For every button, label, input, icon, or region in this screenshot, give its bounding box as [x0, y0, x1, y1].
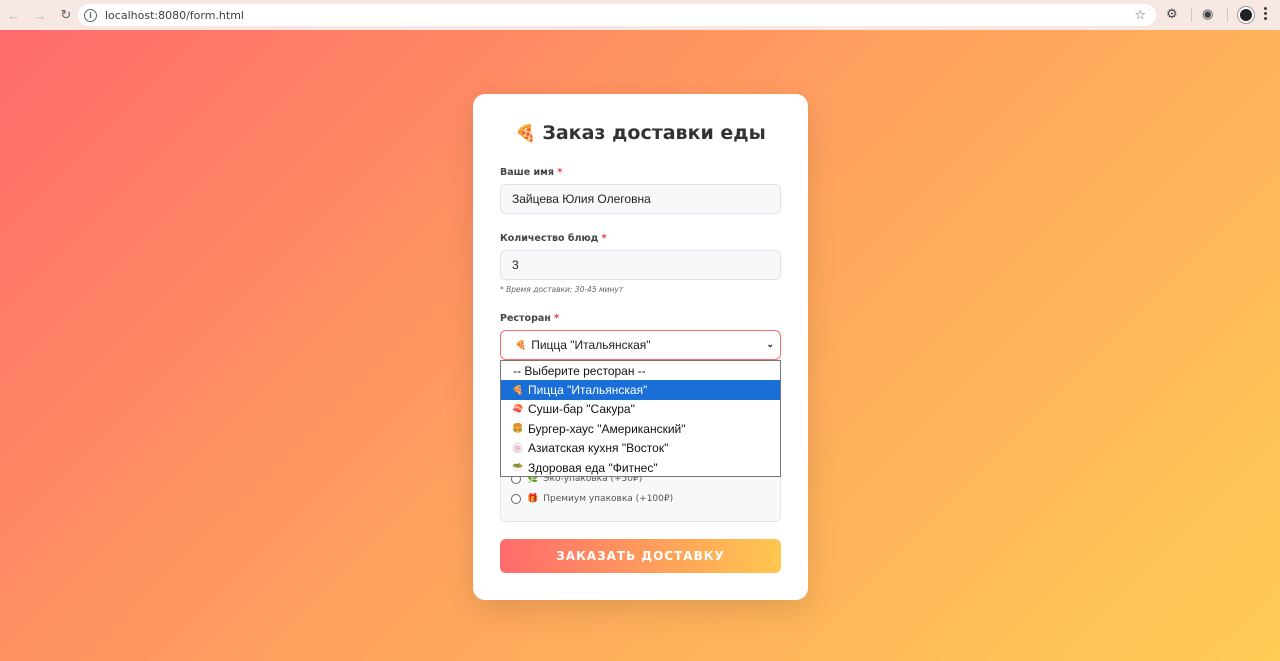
gift-icon: 🎁: [527, 494, 539, 504]
restaurant-option-asian[interactable]: 🍥 Азиатская кухня "Восток": [501, 439, 780, 458]
burger-icon: 🍔: [512, 423, 524, 434]
browser-toolbar: ← → ↻ i localhost:8080/form.html ☆ ⚙ ◉: [0, 0, 1280, 30]
required-asterisk: *: [554, 313, 560, 324]
toolbar-divider: [1227, 8, 1228, 22]
packaging-option-premium[interactable]: 🎁 Премиум упаковка (+100₽): [511, 494, 673, 504]
name-input[interactable]: Зайцева Юлия Олеговна: [500, 184, 781, 214]
salad-icon: 🥗: [512, 462, 524, 473]
site-info-icon[interactable]: i: [84, 8, 97, 22]
option-label: Здоровая еда "Фитнес": [528, 460, 658, 475]
quantity-label: Количество блюд *: [500, 233, 607, 244]
quantity-label-text: Количество блюд: [500, 233, 599, 244]
fish-cake-icon: 🍥: [512, 442, 524, 453]
extensions-icon[interactable]: ⚙: [1166, 6, 1178, 22]
option-label: -- Выберите ресторан --: [513, 363, 646, 378]
premium-radio[interactable]: [511, 494, 521, 504]
restaurant-selected-value: Пицца "Итальянская": [531, 338, 651, 352]
restaurant-option-pizza[interactable]: 🍕 Пицца "Итальянская": [501, 380, 780, 400]
page-background: 🍕 Заказ доставки еды Ваше имя * Зайцева Ю…: [0, 30, 1280, 661]
restaurant-option-healthy[interactable]: 🥗 Здоровая еда "Фитнес": [501, 458, 780, 477]
restaurant-option-burger[interactable]: 🍔 Бургер-хаус "Американский": [501, 419, 780, 438]
restaurant-select[interactable]: 🍕 Пицца "Итальянская" ⌄: [500, 330, 781, 360]
sushi-icon: 🍣: [512, 403, 524, 414]
reload-icon[interactable]: ↻: [54, 3, 78, 27]
option-label: Пицца "Итальянская": [528, 383, 648, 398]
bookmark-star-icon[interactable]: ☆: [1134, 7, 1146, 23]
form-title-text: Заказ доставки еды: [542, 122, 766, 144]
form-title: 🍕 Заказ доставки еды: [473, 122, 808, 144]
chevron-down-icon: ⌄: [766, 339, 774, 349]
delivery-time-hint: * Время доставки: 30-45 минут: [500, 285, 624, 294]
browser-menu-icon[interactable]: [1264, 7, 1268, 20]
required-asterisk: *: [601, 233, 607, 244]
restaurant-option-sushi[interactable]: 🍣 Суши-бар "Сакура": [501, 400, 780, 419]
toolbar-divider: [1191, 8, 1192, 22]
url-text[interactable]: localhost:8080/form.html: [105, 9, 244, 22]
pizza-icon: 🍕: [515, 124, 537, 144]
submit-order-button[interactable]: ЗАКАЗАТЬ ДОСТАВКУ: [500, 539, 781, 573]
restaurant-option-placeholder[interactable]: -- Выберите ресторан --: [501, 361, 780, 380]
restaurant-dropdown-list: -- Выберите ресторан -- 🍕 Пицца "Итальян…: [500, 360, 781, 477]
option-label: Азиатская кухня "Восток": [528, 441, 669, 456]
profile-avatar-icon[interactable]: [1238, 7, 1254, 23]
name-label: Ваше имя *: [500, 167, 562, 178]
premium-label: Премиум упаковка (+100₽): [543, 494, 674, 504]
incognito-icon[interactable]: ◉: [1202, 6, 1213, 22]
option-label: Бургер-хаус "Американский": [528, 421, 686, 436]
quantity-input[interactable]: 3: [500, 250, 781, 280]
restaurant-label: Ресторан *: [500, 313, 559, 324]
back-arrow-icon[interactable]: ←: [2, 3, 26, 27]
required-asterisk: *: [557, 167, 563, 178]
forward-arrow-icon[interactable]: →: [28, 3, 52, 27]
order-form-card: 🍕 Заказ доставки еды Ваше имя * Зайцева Ю…: [473, 94, 808, 600]
address-bar[interactable]: i localhost:8080/form.html ☆: [78, 4, 1156, 26]
name-label-text: Ваше имя: [500, 167, 555, 178]
restaurant-label-text: Ресторан: [500, 313, 551, 324]
pizza-icon: 🍕: [512, 384, 524, 395]
pizza-icon: 🍕: [515, 339, 527, 350]
option-label: Суши-бар "Сакура": [528, 402, 635, 417]
